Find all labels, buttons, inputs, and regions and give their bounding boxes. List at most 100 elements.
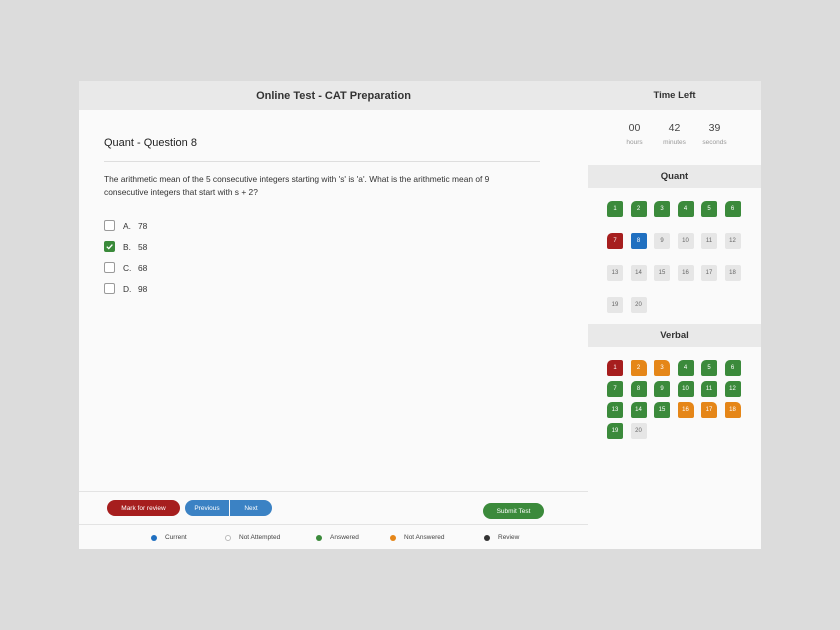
option-b[interactable]: B. 58 xyxy=(104,236,147,257)
quant-question-18-button[interactable]: 18 xyxy=(724,265,741,281)
legend-label: Answered xyxy=(330,534,359,541)
legend-label: Not Answered xyxy=(404,534,445,541)
option-d[interactable]: D. 98 xyxy=(104,278,147,299)
legend-label: Not Attempted xyxy=(239,534,281,541)
verbal-question-2-button[interactable]: 2 xyxy=(630,360,647,376)
quant-question-8-button[interactable]: 8 xyxy=(630,233,647,249)
quant-question-palette: 1 2 3 4 5 6 7 8 9 10 11 12 13 14 15 16 17 18 19 20 xyxy=(588,201,761,324)
test-window: Online Test - CAT Preparation Quant - Qu… xyxy=(79,81,761,549)
option-checkbox[interactable] xyxy=(104,241,115,252)
legend-dot xyxy=(316,534,322,541)
quant-question-4-button[interactable]: 4 xyxy=(677,201,694,217)
option-checkbox[interactable] xyxy=(104,283,115,294)
minutes-label: minutes xyxy=(663,139,686,146)
quant-question-15-button[interactable]: 15 xyxy=(654,265,670,281)
verbal-question-17-button[interactable]: 17 xyxy=(701,402,717,418)
quant-question-3-button[interactable]: 3 xyxy=(654,201,670,217)
verbal-question-15-button[interactable]: 15 xyxy=(654,402,670,418)
option-text: 78 xyxy=(138,220,148,231)
question-panel: Online Test - CAT Preparation Quant - Qu… xyxy=(79,81,588,549)
question-text: The arithmetic mean of the 5 consecutive… xyxy=(104,174,490,197)
legend-not-answered: Not Answered xyxy=(390,534,444,541)
legend-dot xyxy=(484,534,490,541)
verbal-question-11-button[interactable]: 11 xyxy=(701,381,717,397)
option-a[interactable]: A. 78 xyxy=(104,215,147,236)
legend-answered: Answered xyxy=(316,534,359,541)
option-text: 98 xyxy=(138,283,148,294)
next-button[interactable]: Next xyxy=(230,500,272,516)
legend-label: Current xyxy=(165,534,187,541)
quant-section-title: Quant xyxy=(588,165,761,188)
legend-current: Current xyxy=(151,534,187,541)
action-bar: Mark for review Previous Next Submit Tes… xyxy=(79,491,588,524)
quant-question-14-button[interactable]: 14 xyxy=(630,265,647,281)
legend-dot xyxy=(390,534,396,541)
option-checkbox[interactable] xyxy=(104,262,115,273)
verbal-question-20-button[interactable]: 20 xyxy=(630,423,647,439)
verbal-question-18-button[interactable]: 18 xyxy=(724,402,741,418)
timer-minutes: 42 minutes xyxy=(655,122,695,165)
hours-value: 00 xyxy=(628,122,641,134)
quant-question-6-button[interactable]: 6 xyxy=(724,201,741,217)
seconds-value: 39 xyxy=(708,122,721,134)
previous-button[interactable]: Previous xyxy=(185,500,229,516)
check-icon xyxy=(106,244,113,250)
verbal-question-10-button[interactable]: 10 xyxy=(677,381,694,397)
quant-question-2-button[interactable]: 2 xyxy=(630,201,647,217)
status-legend: Current Not Attempted Answered Not Answe… xyxy=(79,524,588,549)
hours-label: hours xyxy=(626,139,643,146)
test-title: Online Test - CAT Preparation xyxy=(79,81,588,110)
legend-review: Review xyxy=(484,534,519,541)
option-letter: A. xyxy=(123,220,131,231)
verbal-question-8-button[interactable]: 8 xyxy=(630,381,647,397)
question-title: Quant - Question 8 xyxy=(104,137,197,149)
options-list: A. 78 B. 58 C. 68 D. 98 xyxy=(104,215,147,299)
option-letter: B. xyxy=(123,241,131,252)
quant-question-16-button[interactable]: 16 xyxy=(677,265,694,281)
quant-question-19-button[interactable]: 19 xyxy=(607,297,623,313)
timer-seconds: 39 seconds xyxy=(695,122,735,165)
verbal-question-4-button[interactable]: 4 xyxy=(677,360,694,376)
verbal-question-7-button[interactable]: 7 xyxy=(607,381,623,397)
quant-question-17-button[interactable]: 17 xyxy=(701,265,717,281)
verbal-question-14-button[interactable]: 14 xyxy=(630,402,647,418)
divider xyxy=(104,161,540,162)
quant-question-9-button[interactable]: 9 xyxy=(654,233,670,249)
submit-test-button[interactable]: Submit Test xyxy=(483,503,544,519)
time-left-title: Time Left xyxy=(588,81,761,110)
legend-label: Review xyxy=(498,534,520,541)
seconds-label: seconds xyxy=(702,139,727,146)
minutes-value: 42 xyxy=(668,122,681,134)
legend-not-attempted: Not Attempted xyxy=(225,534,280,541)
mark-for-review-button[interactable]: Mark for review xyxy=(107,500,180,516)
verbal-question-12-button[interactable]: 12 xyxy=(724,381,741,397)
verbal-question-16-button[interactable]: 16 xyxy=(677,402,694,418)
quant-question-5-button[interactable]: 5 xyxy=(701,201,717,217)
option-text: 58 xyxy=(138,241,148,252)
quant-question-1-button[interactable]: 1 xyxy=(607,201,623,217)
verbal-question-9-button[interactable]: 9 xyxy=(654,381,670,397)
verbal-section-title: Verbal xyxy=(588,324,761,347)
timer-hours: 00 hours xyxy=(615,122,655,165)
verbal-question-3-button[interactable]: 3 xyxy=(654,360,670,376)
countdown-timer: 00 hours 42 minutes 39 seconds xyxy=(588,122,761,165)
verbal-question-6-button[interactable]: 6 xyxy=(724,360,741,376)
quant-question-11-button[interactable]: 11 xyxy=(701,233,717,249)
option-letter: D. xyxy=(123,283,132,294)
verbal-question-13-button[interactable]: 13 xyxy=(607,402,623,418)
quant-question-20-button[interactable]: 20 xyxy=(630,297,647,313)
verbal-question-5-button[interactable]: 5 xyxy=(701,360,717,376)
quant-question-7-button[interactable]: 7 xyxy=(607,233,623,249)
option-checkbox[interactable] xyxy=(104,220,115,231)
legend-dot xyxy=(225,534,231,541)
quant-question-12-button[interactable]: 12 xyxy=(724,233,741,249)
verbal-question-1-button[interactable]: 1 xyxy=(607,360,623,376)
navigation-panel: Time Left 00 hours 42 minutes 39 seconds… xyxy=(588,81,761,549)
option-text: 68 xyxy=(138,262,148,273)
verbal-question-palette: 1 2 3 4 5 6 7 8 9 10 11 12 13 14 15 16 17 18 19 20 xyxy=(588,360,761,439)
verbal-question-19-button[interactable]: 19 xyxy=(607,423,623,439)
option-c[interactable]: C. 68 xyxy=(104,257,147,278)
quant-question-13-button[interactable]: 13 xyxy=(607,265,623,281)
option-letter: C. xyxy=(123,262,132,273)
quant-question-10-button[interactable]: 10 xyxy=(677,233,694,249)
